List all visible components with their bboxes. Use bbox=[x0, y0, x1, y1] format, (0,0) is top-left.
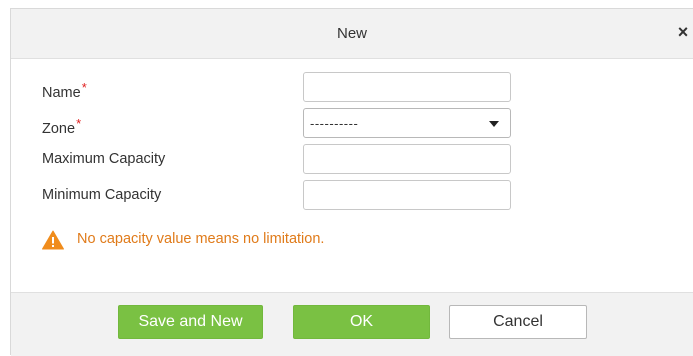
save-and-new-button[interactable]: Save and New bbox=[118, 305, 263, 339]
zone-label-text: Zone bbox=[42, 121, 76, 137]
close-icon[interactable]: × bbox=[674, 22, 692, 42]
cancel-button[interactable]: Cancel bbox=[449, 305, 587, 339]
zone-select[interactable]: ---------- bbox=[303, 108, 511, 138]
dialog-footer: Save and New OK Cancel bbox=[11, 292, 693, 356]
name-input[interactable] bbox=[303, 72, 511, 102]
dialog-title: New bbox=[336, 25, 367, 42]
required-mark: * bbox=[76, 116, 82, 131]
zone-select-value: ---------- bbox=[310, 116, 359, 131]
name-label-text: Name bbox=[42, 85, 81, 101]
warning-icon bbox=[42, 230, 64, 250]
dialog-header: New × bbox=[11, 9, 693, 59]
ok-button[interactable]: OK bbox=[293, 305, 430, 339]
min-capacity-input[interactable] bbox=[303, 180, 511, 210]
caret-down-icon bbox=[489, 121, 499, 127]
max-capacity-input[interactable] bbox=[303, 144, 511, 174]
hint-text: No capacity value means no limitation. bbox=[77, 231, 325, 247]
name-label: Name* bbox=[42, 80, 87, 101]
zone-label: Zone* bbox=[42, 116, 81, 137]
max-capacity-label: Maximum Capacity bbox=[42, 151, 166, 167]
required-mark: * bbox=[81, 80, 87, 95]
min-capacity-label: Minimum Capacity bbox=[42, 187, 162, 203]
new-dialog: New × Name* Zone* ---------- Maximum Cap… bbox=[10, 8, 693, 356]
